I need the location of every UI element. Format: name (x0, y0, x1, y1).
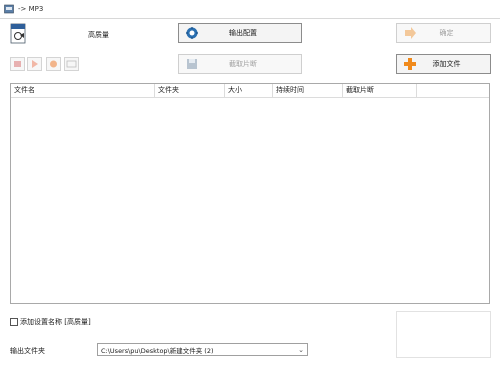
table-header: 文件名 文件夹 大小 持续时间 截取片断 (11, 84, 489, 98)
plus-icon (404, 58, 416, 70)
window-title: -> MP3 (18, 5, 44, 13)
app-icon (4, 4, 14, 14)
column-duration[interactable]: 持续时间 (273, 84, 343, 97)
column-clip[interactable]: 截取片断 (343, 84, 417, 97)
confirm-label: 确定 (439, 29, 454, 37)
output-config-button[interactable]: 输出配置 (178, 23, 302, 43)
file-list-table[interactable]: 文件名 文件夹 大小 持续时间 截取片断 (10, 83, 490, 304)
add-setting-name-label: 添加设置名称 [高质量] (20, 318, 91, 326)
info-icon (66, 60, 77, 68)
preview-frame (396, 311, 491, 358)
play-icon (32, 60, 38, 68)
remove-icon (14, 61, 21, 67)
output-folder-label: 输出文件夹 (10, 347, 45, 355)
output-folder-value: C:\Users\pu\Desktop\新建文件夹 (2) (101, 346, 214, 355)
chevron-down-icon[interactable]: ⌄ (295, 346, 307, 354)
quality-label: 高质量 (88, 31, 109, 39)
column-size[interactable]: 大小 (225, 84, 273, 97)
mp3-profile-icon (10, 23, 26, 44)
remove-file-button[interactable] (10, 57, 25, 71)
column-folder[interactable]: 文件夹 (155, 84, 225, 97)
add-setting-name-option[interactable]: 添加设置名称 [高质量] (10, 317, 91, 327)
clear-icon (50, 60, 57, 68)
confirm-button[interactable]: 确定 (396, 23, 491, 43)
title-bar (0, 0, 500, 19)
column-filename[interactable]: 文件名 (11, 84, 155, 97)
output-folder-select[interactable]: C:\Users\pu\Desktop\新建文件夹 (2) ⌄ (97, 343, 308, 356)
clear-list-button[interactable] (46, 57, 61, 71)
add-setting-name-checkbox[interactable] (10, 318, 18, 326)
output-config-label: 输出配置 (229, 29, 257, 37)
media-info-button[interactable] (64, 57, 79, 71)
clip-button[interactable]: 截取片断 (178, 54, 302, 74)
arrow-right-icon (405, 27, 416, 39)
add-file-label: 添加文件 (432, 60, 461, 68)
clip-label: 截取片断 (229, 60, 257, 68)
add-file-button[interactable]: 添加文件 (396, 54, 491, 74)
play-file-button[interactable] (27, 57, 42, 71)
settings-gear-icon (186, 27, 198, 39)
save-disk-icon (187, 59, 197, 69)
